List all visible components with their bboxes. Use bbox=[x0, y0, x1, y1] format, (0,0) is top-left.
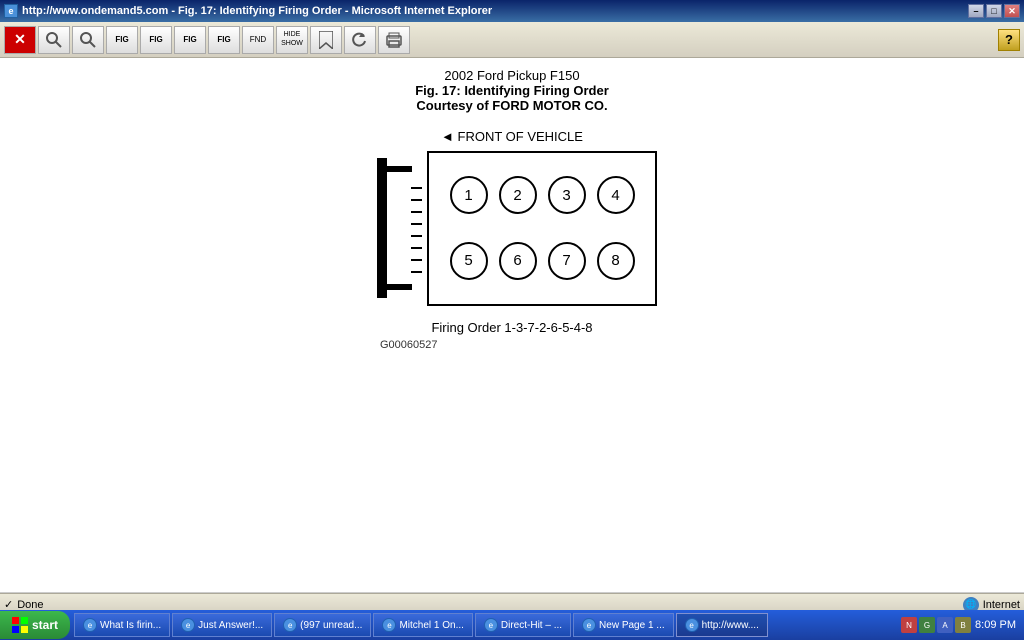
taskbar-item-5[interactable]: e New Page 1 ... bbox=[573, 613, 674, 637]
front-of-vehicle-label: ◄ FRONT OF VEHICLE bbox=[441, 129, 583, 144]
tray-icon-3: A bbox=[937, 617, 953, 633]
tray-icon-2: G bbox=[919, 617, 935, 633]
back-stop-button[interactable]: ✕ bbox=[4, 26, 36, 54]
main-content: 2002 Ford Pickup F150 Fig. 17: Identifyi… bbox=[0, 58, 1024, 593]
top-cylinder-row: 1 2 3 4 bbox=[444, 176, 640, 214]
bookmark-button[interactable] bbox=[310, 26, 342, 54]
toolbar: ✕ FIG FIG FIG FIG FND HIDESHOW ? bbox=[0, 22, 1024, 58]
hide-show-button[interactable]: HIDESHOW bbox=[276, 26, 308, 54]
zone-label: Internet bbox=[983, 599, 1020, 611]
start-label: start bbox=[32, 618, 58, 632]
clock: 8:09 PM bbox=[975, 619, 1016, 631]
taskbar-item-label-0: What Is firin... bbox=[100, 620, 161, 631]
bracket-svg bbox=[367, 148, 427, 308]
cylinder-3: 3 bbox=[548, 176, 586, 214]
taskbar-ie-icon-5: e bbox=[582, 618, 596, 632]
logo-q2 bbox=[21, 617, 28, 624]
taskbar-item-0[interactable]: e What Is firin... bbox=[74, 613, 170, 637]
taskbar-item-label-3: Mitchel 1 On... bbox=[399, 620, 463, 631]
system-tray: N G A B bbox=[901, 617, 971, 633]
taskbar-item-3[interactable]: e Mitchel 1 On... bbox=[373, 613, 472, 637]
engine-block: 1 2 3 4 5 6 7 8 bbox=[427, 151, 657, 306]
taskbar-ie-icon-4: e bbox=[484, 618, 498, 632]
maximize-button[interactable]: □ bbox=[986, 4, 1002, 18]
help-button[interactable]: ? bbox=[998, 29, 1020, 51]
logo-q3 bbox=[12, 626, 19, 633]
fig-button1[interactable]: FIG bbox=[106, 26, 138, 54]
taskbar-ie-icon-6: e bbox=[685, 618, 699, 632]
refresh-button[interactable] bbox=[344, 26, 376, 54]
fig-button3[interactable]: FIG bbox=[174, 26, 206, 54]
cylinder-4: 4 bbox=[597, 176, 635, 214]
taskbar-item-label-2: (997 unread... bbox=[300, 620, 362, 631]
search-button[interactable] bbox=[38, 26, 70, 54]
search2-button[interactable] bbox=[72, 26, 104, 54]
engine-diagram: 1 2 3 4 5 6 7 8 bbox=[367, 148, 657, 308]
figure-title: Fig. 17: Identifying Firing Order bbox=[20, 83, 1004, 98]
cylinder-1: 1 bbox=[450, 176, 488, 214]
bottom-cylinder-row: 5 6 7 8 bbox=[444, 242, 640, 280]
taskbar-ie-icon-1: e bbox=[181, 618, 195, 632]
print-button[interactable] bbox=[378, 26, 410, 54]
taskbar-right: N G A B 8:09 PM bbox=[901, 617, 1024, 633]
taskbar-item-label-6: http://www.... bbox=[702, 620, 759, 631]
diagram-code: G00060527 bbox=[380, 339, 438, 351]
taskbar-ie-icon-2: e bbox=[283, 618, 297, 632]
taskbar-ie-icon-3: e bbox=[382, 618, 396, 632]
logo-q1 bbox=[12, 617, 19, 624]
title-bar: e http://www.ondemand5.com - Fig. 17: Id… bbox=[0, 0, 1024, 22]
fig-button4[interactable]: FIG bbox=[208, 26, 240, 54]
status-text: Done bbox=[17, 599, 486, 611]
close-button[interactable]: ✕ bbox=[1004, 4, 1020, 18]
title-bar-left: e http://www.ondemand5.com - Fig. 17: Id… bbox=[4, 4, 492, 18]
taskbar-item-label-1: Just Answer!... bbox=[198, 620, 263, 631]
diagram-container: ◄ FRONT OF VEHICLE bbox=[20, 129, 1004, 351]
minimize-button[interactable]: – bbox=[968, 4, 984, 18]
left-bracket bbox=[367, 148, 427, 308]
tray-icon-1: N bbox=[901, 617, 917, 633]
courtesy-line: Courtesy of FORD MOTOR CO. bbox=[20, 98, 1004, 113]
logo-q4 bbox=[21, 626, 28, 633]
taskbar-item-label-5: New Page 1 ... bbox=[599, 620, 665, 631]
vehicle-title: 2002 Ford Pickup F150 bbox=[20, 68, 1004, 83]
cylinder-5: 5 bbox=[450, 242, 488, 280]
fig-button2[interactable]: FIG bbox=[140, 26, 172, 54]
taskbar-item-1[interactable]: e Just Answer!... bbox=[172, 613, 272, 637]
cylinder-7: 7 bbox=[548, 242, 586, 280]
taskbar: start e What Is firin... e Just Answer!.… bbox=[0, 610, 1024, 640]
window-title: http://www.ondemand5.com - Fig. 17: Iden… bbox=[22, 5, 492, 17]
taskbar-item-6[interactable]: e http://www.... bbox=[676, 613, 768, 637]
cylinder-8: 8 bbox=[597, 242, 635, 280]
ie-window-icon: e bbox=[4, 4, 18, 18]
firing-order-label: Firing Order 1-3-7-2-6-5-4-8 bbox=[431, 320, 592, 335]
tray-icon-4: B bbox=[955, 617, 971, 633]
title-bar-controls: – □ ✕ bbox=[968, 4, 1020, 18]
taskbar-ie-icon-0: e bbox=[83, 618, 97, 632]
taskbar-item-2[interactable]: e (997 unread... bbox=[274, 613, 371, 637]
cylinder-6: 6 bbox=[499, 242, 537, 280]
taskbar-item-4[interactable]: e Direct-Hit – ... bbox=[475, 613, 571, 637]
cylinder-2: 2 bbox=[499, 176, 537, 214]
find-button[interactable]: FND bbox=[242, 26, 274, 54]
page-header: 2002 Ford Pickup F150 Fig. 17: Identifyi… bbox=[20, 68, 1004, 113]
start-button[interactable]: start bbox=[0, 611, 70, 639]
taskbar-item-label-4: Direct-Hit – ... bbox=[501, 620, 562, 631]
windows-logo bbox=[12, 617, 28, 633]
